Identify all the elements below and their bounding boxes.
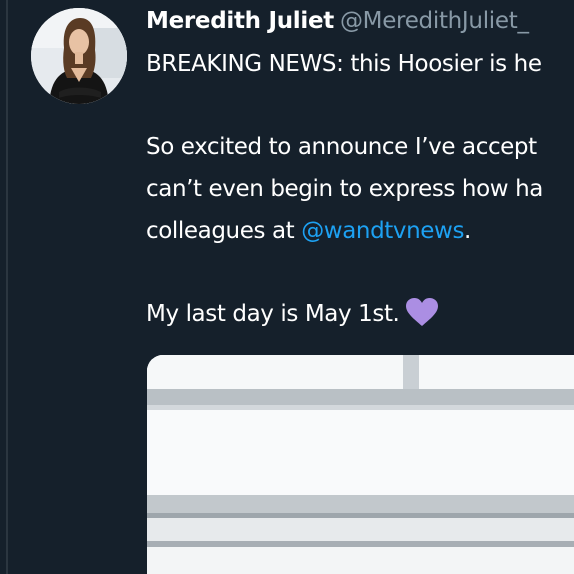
mention-prefix: colleagues at [146, 218, 302, 244]
tweet-header: Meredith Juliet @MeredithJuliet_ [146, 4, 529, 38]
mention-link[interactable]: @wandtvnews [301, 218, 464, 244]
media-photo [147, 355, 574, 574]
last-day-text: My last day is May 1st. [146, 301, 400, 327]
user-handle[interactable]: @MeredithJuliet_ [340, 8, 529, 34]
tweet-line-last-day: My last day is May 1st. [146, 293, 574, 335]
avatar[interactable] [31, 8, 127, 104]
tweet-card: Meredith Juliet @MeredithJuliet_ BREAKING… [0, 0, 574, 574]
tweet-line-mention: colleagues at @wandtvnews. [146, 210, 574, 252]
purple-heart-icon [406, 298, 439, 326]
thread-divider [6, 0, 8, 574]
tweet-line: can’t even begin to express how ha [146, 176, 543, 202]
tweet-line: So excited to announce I’ve accept [146, 134, 537, 160]
avatar-photo [31, 8, 127, 104]
line-break [146, 85, 574, 126]
mention-suffix: . [464, 218, 471, 244]
display-name[interactable]: Meredith Juliet [146, 8, 334, 34]
line-break [146, 252, 574, 293]
tweet-line: BREAKING NEWS: this Hoosier is he [146, 51, 542, 77]
tweet-text: BREAKING NEWS: this Hoosier is he So exc… [146, 43, 574, 335]
tweet-media[interactable] [147, 355, 574, 574]
